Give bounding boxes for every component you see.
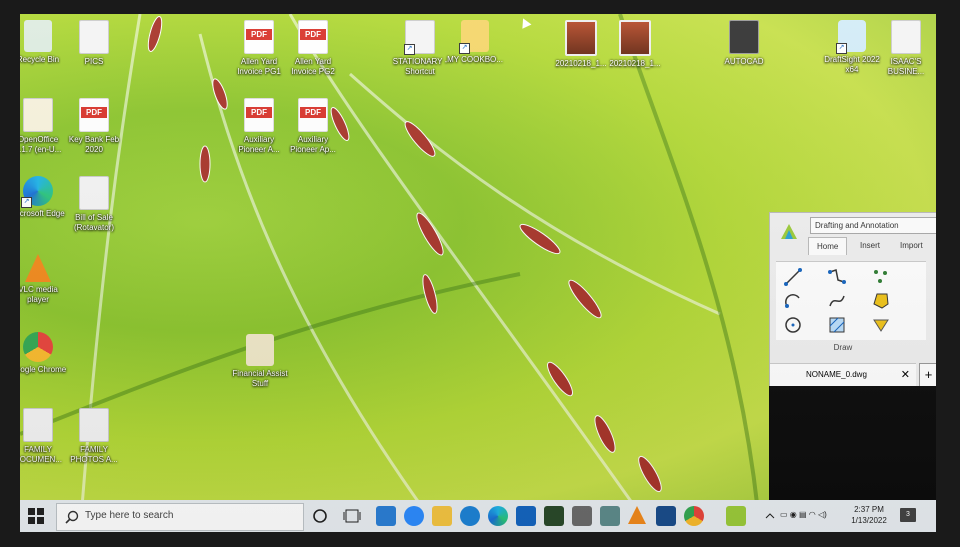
- file-tab[interactable]: NONAME_0.dwg ✕: [770, 363, 916, 386]
- recycle-bin-icon: [24, 20, 52, 52]
- clock-date: 1/13/2022: [851, 516, 887, 525]
- file-icon: [891, 20, 921, 54]
- desktop-icon-recycle-bin[interactable]: Recycle Bin: [20, 20, 68, 65]
- tab-home[interactable]: Home: [808, 237, 848, 255]
- notification-badge[interactable]: 3: [900, 508, 916, 522]
- new-tab-button[interactable]: +: [919, 363, 936, 387]
- workspace-dropdown[interactable]: Drafting and Annotation: [810, 217, 936, 234]
- windows-start-icon[interactable]: [28, 508, 44, 524]
- pdf-icon: PDF: [79, 98, 109, 132]
- desktop-icon-family-documents[interactable]: FAMILY DOCUMEN...: [20, 408, 68, 465]
- app-icon-gray[interactable]: [572, 506, 592, 526]
- photo-icon: [565, 20, 597, 56]
- task-view-icon[interactable]: [342, 506, 362, 526]
- desktop-icon-allen-yard-pg1[interactable]: PDF Allen Yard Invoice PG1: [229, 20, 289, 77]
- draw-tools: [776, 261, 926, 340]
- document-icon: [79, 176, 109, 210]
- tray-icons[interactable]: ▭ ◉ ▤ ◠ ◁): [780, 510, 827, 519]
- document-icon: [729, 20, 759, 54]
- app-icon-teamviewer[interactable]: [376, 506, 396, 526]
- folder-icon: [246, 334, 274, 366]
- cortana-icon[interactable]: [310, 506, 330, 526]
- zoom-icon[interactable]: [404, 506, 424, 526]
- file-explorer-icon[interactable]: [432, 506, 452, 526]
- search-icon: [65, 510, 79, 524]
- file-icon: [79, 20, 109, 54]
- draftsight-drawing-area[interactable]: [769, 386, 936, 500]
- polyline-tool-icon[interactable]: [828, 268, 846, 286]
- desktop-icon-financial-assist[interactable]: Financial Assist Stuff: [230, 334, 290, 389]
- openoffice-icon: [23, 98, 53, 132]
- folder-shortcut-icon: ↗: [404, 20, 435, 55]
- taskbar-search-box[interactable]: Type here to search: [56, 503, 304, 531]
- desktop-icon-auxiliary-pioneer-ap[interactable]: PDF Auxiliary Pioneer Ap...: [283, 98, 343, 155]
- desktop-icon-family-photos[interactable]: FAMILY PHOTOS A...: [64, 408, 124, 465]
- desktop-icon-draftsight[interactable]: ↗ DraftSight 2022 x64: [822, 20, 882, 75]
- triangle-tool-icon[interactable]: [872, 316, 890, 334]
- desktop-icon-autocad[interactable]: AUTOCAD: [714, 20, 774, 67]
- app-icon-blue-circle[interactable]: [460, 506, 480, 526]
- draftsight-logo-icon: [781, 224, 797, 239]
- desktop-icon-vlc[interactable]: VLC media player: [20, 254, 68, 305]
- app-icon-green[interactable]: [544, 506, 564, 526]
- spline-tool-icon[interactable]: [828, 292, 846, 310]
- vlc-taskbar-icon[interactable]: [628, 506, 646, 524]
- desktop-icon-key-bank[interactable]: PDF Key Bank Feb 2020: [64, 98, 124, 155]
- desktop-icon-edge[interactable]: ↗ Microsoft Edge: [20, 176, 68, 219]
- desktop-icon-auxiliary-pioneer-a[interactable]: PDF Auxiliary Pioneer A...: [229, 98, 289, 155]
- close-icon[interactable]: ✕: [901, 364, 910, 386]
- hatch-tool-icon[interactable]: [828, 316, 846, 334]
- pdf-icon: PDF: [298, 20, 328, 54]
- clock[interactable]: 2:37 PM 1/13/2022: [842, 504, 896, 526]
- folder-shortcut-icon: ↗: [459, 20, 489, 54]
- tab-insert[interactable]: Insert: [860, 241, 880, 250]
- pdf-icon: PDF: [244, 98, 274, 132]
- photo-icon: [619, 20, 651, 56]
- monitor-bezel: Recycle Bin PICS PDF Allen Yard Invoice …: [0, 0, 960, 547]
- jw-library-icon[interactable]: [656, 506, 676, 526]
- file-tab-name: NONAME_0.dwg: [806, 370, 867, 379]
- points-tool-icon[interactable]: [872, 268, 890, 286]
- desktop-icon-openoffice[interactable]: OpenOffice 4.1.7 (en-U...: [20, 98, 68, 155]
- draw-group-label: Draw: [833, 343, 853, 352]
- polygon-tool-icon[interactable]: [872, 292, 890, 310]
- vlc-icon: [25, 254, 51, 282]
- desktop[interactable]: Recycle Bin PICS PDF Allen Yard Invoice …: [20, 14, 936, 532]
- chevron-up-icon[interactable]: [764, 506, 776, 526]
- desktop-icon-chrome[interactable]: Google Chrome: [20, 332, 68, 375]
- edge-taskbar-icon[interactable]: [488, 506, 508, 526]
- taskbar: Type here to search ▭ ◉ ▤ ◠ ◁) 2:37 PM 1…: [20, 500, 936, 532]
- draftsight-window[interactable]: Drafting and Annotation Home Insert Impo…: [769, 212, 936, 388]
- desktop-icon-bill-of-sale[interactable]: Bill of Sale (Rotavator): [64, 176, 124, 233]
- draftsight-icon: ↗: [836, 20, 866, 54]
- desktop-icon-photo-2[interactable]: 20210218_1...: [605, 20, 665, 69]
- desktop-icon-pics[interactable]: PICS: [64, 20, 124, 67]
- desktop-icon-my-cookbook[interactable]: ↗ MY COOKBO...: [445, 20, 505, 65]
- edge-icon: ↗: [21, 176, 53, 208]
- desktop-icon-isaacs-business[interactable]: ISAAC'S BUSINE...: [876, 20, 936, 77]
- pdf-icon: PDF: [298, 98, 328, 132]
- desktop-icon-allen-yard-pg2[interactable]: PDF Allen Yard Invoice PG2: [283, 20, 343, 77]
- circle-tool-icon[interactable]: [784, 316, 802, 334]
- app-icon-photos[interactable]: [600, 506, 620, 526]
- draftsight-taskbar-icon[interactable]: [726, 506, 746, 526]
- pdf-icon: PDF: [244, 20, 274, 54]
- store-icon[interactable]: [516, 506, 536, 526]
- desktop-icon-stationary-shortcut[interactable]: ↗ STATIONARY - Shortcut: [390, 20, 450, 77]
- clock-time: 2:37 PM: [854, 505, 884, 514]
- search-placeholder: Type here to search: [85, 510, 174, 521]
- tab-import[interactable]: Import: [900, 241, 923, 250]
- file-icon: [79, 408, 109, 442]
- arc-tool-icon[interactable]: [784, 292, 802, 310]
- line-tool-icon[interactable]: [784, 268, 802, 286]
- chrome-icon: [23, 332, 53, 362]
- file-icon: [23, 408, 53, 442]
- desktop-icon-photo-1[interactable]: 20210218_1...: [551, 20, 611, 69]
- chrome-taskbar-icon[interactable]: [684, 506, 704, 526]
